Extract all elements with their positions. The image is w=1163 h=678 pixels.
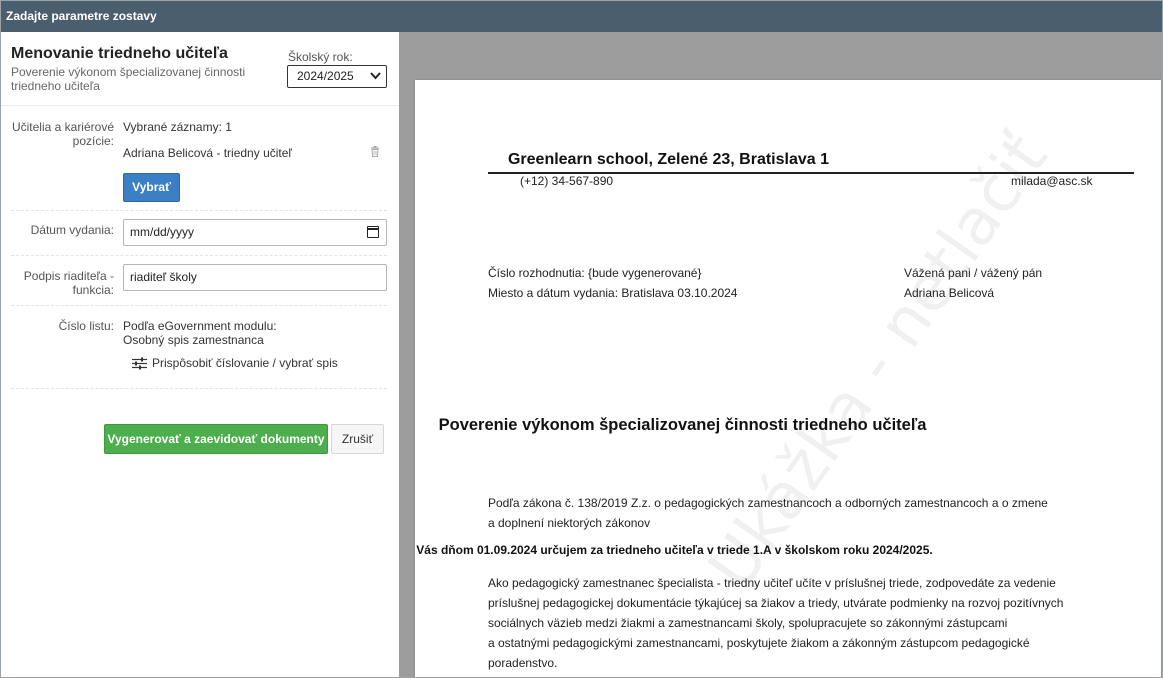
school-year-value: 2024/2025 xyxy=(297,69,354,83)
school-email: milada@asc.sk xyxy=(1011,174,1093,188)
trash-icon[interactable] xyxy=(370,146,380,157)
divider xyxy=(1,105,399,106)
selected-teacher: Adriana Belicová - triedny učiteľ xyxy=(123,146,292,160)
document-title: Poverenie výkonom špecializovanej činnos… xyxy=(438,416,927,434)
body-line-5: poradenstvo. xyxy=(488,656,558,670)
recipient-name: Adriana Belicová xyxy=(904,286,995,300)
sheet-number-line2: Osobný spis zamestnanca xyxy=(123,333,264,347)
body-line-1: Ako pedagogický zamestnanec špecialista … xyxy=(488,576,1056,590)
appointment-statement: Vás dňom 01.09.2024 určujem za triedneho… xyxy=(416,543,933,557)
form-title: Menovanie triedneho učiteľa xyxy=(11,45,228,62)
chevron-down-icon xyxy=(370,68,381,92)
school-header: Greenlearn school, Zelené 23, Bratislava… xyxy=(507,151,830,168)
school-year-label: Školský rok: xyxy=(288,50,353,64)
select-button[interactable]: Vybrať xyxy=(123,173,180,202)
law-line-2: a doplnení niektorých zákonov xyxy=(488,516,651,530)
dialog-title: Zadajte parametre zostavy xyxy=(1,1,1162,32)
customize-numbering-link[interactable]: Prispôsobiť číslovanie / vybrať spis xyxy=(152,356,338,370)
date-placeholder: mm/dd/yyyy xyxy=(130,225,195,239)
calendar-icon[interactable] xyxy=(367,226,379,238)
cancel-button[interactable]: Zrušiť xyxy=(331,424,384,454)
document-preview-area[interactable]: Ukážka - netlačiť Greenlearn school, Zel… xyxy=(399,32,1162,677)
signature-label: Podpis riaditeľa - funkcia: xyxy=(23,269,114,297)
decision-number: Číslo rozhodnutia: {bude vygenerované} xyxy=(488,266,702,280)
form-subtitle: Poverenie výkonom špecializovanej činnos… xyxy=(11,65,246,93)
signature-input[interactable]: riaditeľ školy xyxy=(123,264,387,291)
divider xyxy=(11,388,387,389)
place-and-date: Miesto a dátum vydania: Bratislava 03.10… xyxy=(488,286,738,300)
parameters-panel: Menovanie triedneho učiteľa Poverenie vý… xyxy=(1,32,399,677)
issue-date-input[interactable]: mm/dd/yyyy xyxy=(123,219,387,246)
salutation: Vážená pani / vážený pán xyxy=(904,266,1043,280)
watermark: Ukážka - netlačiť xyxy=(695,122,1063,603)
sliders-icon[interactable] xyxy=(132,357,147,370)
law-line-1: Podľa zákona č. 138/2019 Z.z. o pedagogi… xyxy=(488,496,1048,510)
divider xyxy=(11,305,387,306)
school-year-select[interactable]: 2024/2025 xyxy=(287,65,387,88)
body-line-3: sociálnych väzieb medzi žiakmi a zamestn… xyxy=(488,616,1008,630)
date-label: Dátum vydania: xyxy=(30,223,114,237)
generate-button[interactable]: Vygenerovať a zaevidovať dokumenty xyxy=(104,424,328,454)
teachers-label: Učitelia a kariérové pozície: xyxy=(11,120,114,148)
report-parameters-dialog: Zadajte parametre zostavy Menovanie trie… xyxy=(0,0,1163,678)
sheet-number-label: Číslo listu: xyxy=(58,319,114,333)
signature-value: riaditeľ školy xyxy=(130,270,197,284)
selected-records: Vybrané záznamy: 1 xyxy=(123,120,232,134)
document-page: Ukážka - netlačiť Greenlearn school, Zel… xyxy=(415,80,1161,677)
body-line-4: a ostatnými pedagogickými zamestnancami,… xyxy=(488,636,1030,650)
sheet-number-line1: Podľa eGovernment modulu: xyxy=(123,319,277,333)
divider xyxy=(11,210,387,211)
divider xyxy=(11,255,387,256)
body-line-2: príslušnej pedagogickej dokumentácie týk… xyxy=(488,596,1064,610)
school-phone: (+12) 34-567-890 xyxy=(520,174,614,188)
